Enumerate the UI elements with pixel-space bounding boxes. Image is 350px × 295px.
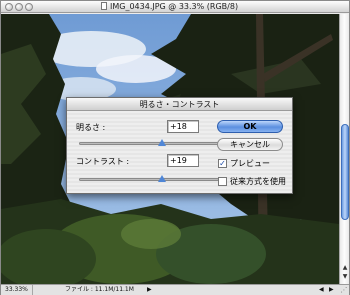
- window-title-text: IMG_0434.JPG @ 33.3% (RGB/8): [110, 2, 239, 11]
- window-title: IMG_0434.JPG @ 33.3% (RGB/8): [101, 1, 238, 13]
- scroll-left-arrow-icon[interactable]: ◀: [319, 285, 324, 295]
- brightness-label: 明るさ :: [76, 123, 106, 132]
- vertical-scrollbar[interactable]: ▲ ▼: [339, 14, 349, 284]
- contrast-slider-thumb[interactable]: [158, 175, 167, 182]
- file-size-info: ファイル : 11.1M/11.1M: [65, 286, 134, 293]
- contrast-slider-track[interactable]: [79, 178, 219, 181]
- status-menu-arrow-icon[interactable]: ▶: [147, 285, 152, 295]
- status-bar: 33.33% ファイル : 11.1M/11.1M ▶ ◀ ▶ ⋰: [1, 284, 349, 295]
- ok-button[interactable]: OK: [217, 120, 283, 133]
- brightness-value-field[interactable]: +18: [167, 120, 199, 133]
- window-titlebar[interactable]: IMG_0434.JPG @ 33.3% (RGB/8): [1, 1, 349, 13]
- legacy-label[interactable]: 従来方式を使用: [230, 176, 286, 187]
- contrast-value-field[interactable]: +19: [167, 154, 199, 167]
- brightness-slider-track[interactable]: [79, 142, 219, 145]
- brightness-contrast-dialog: 明るさ・コントラスト 明るさ : +18 コントラスト : +19 OK キャン…: [66, 97, 293, 194]
- scroll-up-arrow-icon[interactable]: ▲: [341, 264, 349, 272]
- legacy-checkbox[interactable]: [218, 177, 227, 186]
- zoom-window-button[interactable]: [25, 3, 33, 11]
- cancel-button[interactable]: キャンセル: [217, 138, 283, 151]
- dialog-title[interactable]: 明るさ・コントラスト: [67, 98, 292, 111]
- scroll-right-arrow-icon[interactable]: ▶: [329, 285, 334, 295]
- preview-label[interactable]: プレビュー: [230, 158, 270, 169]
- scroll-down-arrow-icon[interactable]: ▼: [341, 273, 349, 281]
- preview-checkbox[interactable]: ✓: [218, 159, 227, 168]
- brightness-slider-thumb[interactable]: [157, 139, 166, 146]
- minimize-window-button[interactable]: [15, 3, 23, 11]
- resize-grip-icon[interactable]: ⋰: [339, 285, 349, 295]
- file-icon: [101, 2, 107, 10]
- vertical-scroll-thumb[interactable]: [341, 124, 349, 220]
- close-window-button[interactable]: [5, 3, 13, 11]
- zoom-level-field[interactable]: 33.33%: [3, 285, 33, 295]
- check-icon: ✓: [219, 159, 226, 168]
- contrast-label: コントラスト :: [76, 157, 130, 166]
